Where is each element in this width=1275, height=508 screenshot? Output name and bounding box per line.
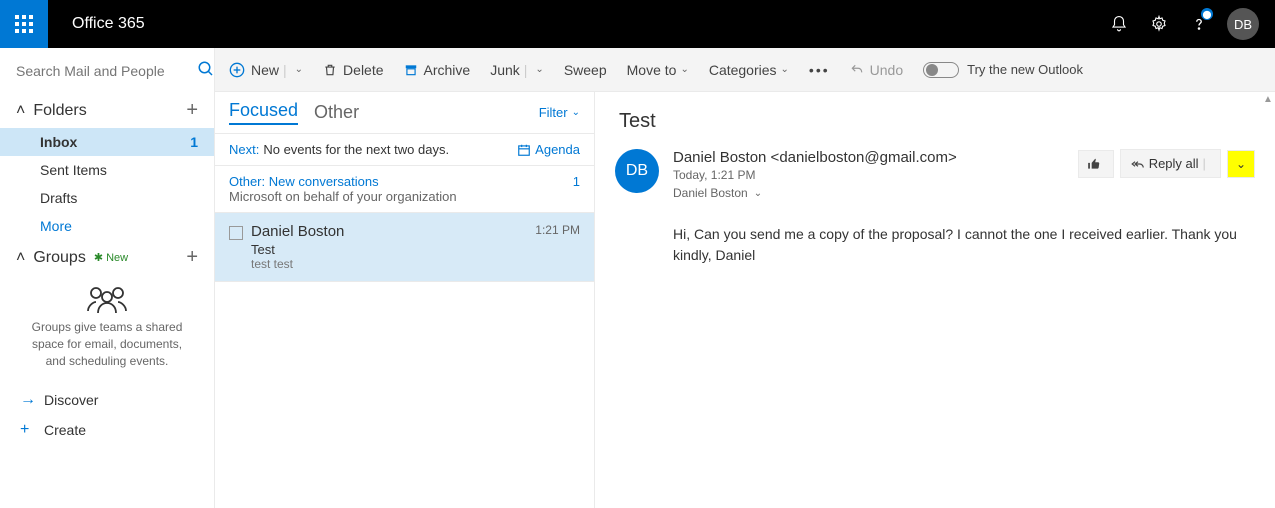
try-new-outlook-toggle[interactable] bbox=[923, 62, 959, 78]
calendar-icon bbox=[517, 143, 531, 157]
folder-count: 1 bbox=[190, 134, 198, 150]
add-folder-button[interactable]: + bbox=[186, 99, 198, 122]
folders-header[interactable]: ˄ Folders + bbox=[0, 93, 214, 128]
message-body: Hi, Can you send me a copy of the propos… bbox=[673, 224, 1255, 266]
message-checkbox[interactable] bbox=[229, 226, 243, 240]
folder-label: Inbox bbox=[40, 134, 77, 150]
left-nav: ˄ Folders + Inbox 1 Sent Items Drafts Mor… bbox=[0, 48, 215, 508]
like-button[interactable] bbox=[1078, 150, 1114, 178]
megaphone-badge-icon: ⬤ bbox=[1201, 8, 1213, 20]
tab-other[interactable]: Other bbox=[314, 102, 359, 123]
message-preview: test test bbox=[251, 257, 535, 271]
trash-icon bbox=[323, 63, 337, 77]
folder-label: Sent Items bbox=[40, 162, 107, 178]
chevron-down-icon[interactable]: ⌄ bbox=[295, 64, 303, 75]
folder-more[interactable]: More bbox=[0, 212, 214, 240]
try-new-outlook-label: Try the new Outlook bbox=[967, 62, 1083, 77]
other-subtitle: Microsoft on behalf of your organization bbox=[229, 189, 457, 204]
groups-label: Groups bbox=[33, 249, 85, 267]
delete-button[interactable]: Delete bbox=[323, 62, 383, 78]
new-pill: ✱ New bbox=[94, 251, 128, 264]
chevron-up-icon: ˄ bbox=[16, 249, 25, 267]
filter-button[interactable]: Filter⌄ bbox=[539, 105, 580, 120]
folder-drafts[interactable]: Drafts bbox=[0, 184, 214, 212]
search-icon[interactable] bbox=[197, 60, 215, 81]
chevron-down-icon[interactable]: ⌄ bbox=[680, 64, 688, 75]
groups-description: Groups give teams a shared space for ema… bbox=[0, 319, 214, 369]
message-from: Daniel Boston bbox=[251, 223, 535, 240]
top-bar: Office 365 ⬤ DB bbox=[0, 0, 1275, 48]
tab-focused[interactable]: Focused bbox=[229, 100, 298, 125]
other-count: 1 bbox=[573, 174, 580, 204]
groups-header[interactable]: ˄ Groups ✱ New + bbox=[0, 240, 214, 275]
toolbar: New|⌄ Delete Archive Junk|⌄ Sweep Move t… bbox=[215, 48, 1275, 92]
sent-date: Today, 1:21 PM bbox=[673, 168, 957, 182]
sender-avatar[interactable]: DB bbox=[615, 149, 659, 193]
sweep-button[interactable]: Sweep bbox=[564, 62, 607, 78]
chevron-down-icon[interactable]: ⌄ bbox=[781, 64, 789, 75]
discover-link[interactable]: → Discover bbox=[0, 385, 214, 415]
more-actions-button[interactable]: ••• bbox=[809, 62, 830, 78]
reply-all-icon bbox=[1131, 157, 1145, 171]
agenda-link[interactable]: Agenda bbox=[517, 142, 580, 157]
app-name: Office 365 bbox=[72, 15, 145, 33]
search-input[interactable] bbox=[16, 63, 197, 79]
archive-button[interactable]: Archive bbox=[404, 62, 471, 78]
folders-label: Folders bbox=[33, 102, 86, 120]
recipient-line[interactable]: Daniel Boston ⌄ bbox=[673, 186, 957, 200]
next-events-row[interactable]: Next: No events for the next two days. A… bbox=[215, 134, 594, 166]
sender-line: Daniel Boston <danielboston@gmail.com> bbox=[673, 149, 957, 166]
inbox-tabs: Focused Other Filter⌄ bbox=[215, 92, 594, 134]
plus-icon: + bbox=[20, 421, 44, 439]
reply-dropdown-button[interactable]: ⌄ bbox=[1227, 150, 1255, 178]
user-avatar[interactable]: DB bbox=[1227, 8, 1259, 40]
chevron-up-icon: ˄ bbox=[16, 102, 25, 120]
app-launcher[interactable] bbox=[0, 0, 48, 48]
help-button[interactable]: ⬤ bbox=[1179, 0, 1219, 48]
chevron-down-icon[interactable]: ⌄ bbox=[535, 64, 543, 75]
gear-icon bbox=[1150, 15, 1168, 33]
reply-all-button[interactable]: Reply all | bbox=[1120, 149, 1221, 178]
create-link[interactable]: + Create bbox=[0, 415, 214, 445]
notifications-button[interactable] bbox=[1099, 0, 1139, 48]
thumbs-up-icon bbox=[1087, 157, 1101, 171]
chevron-down-icon: ⌄ bbox=[1236, 157, 1246, 171]
reading-pane: ▲ Test DB Daniel Boston <danielboston@gm… bbox=[595, 92, 1275, 508]
chevron-down-icon: ⌄ bbox=[754, 188, 762, 199]
undo-button[interactable]: Undo bbox=[850, 62, 903, 78]
message-subject: Test bbox=[251, 242, 535, 257]
waffle-icon bbox=[15, 15, 33, 33]
add-group-button[interactable]: + bbox=[186, 246, 198, 269]
chevron-down-icon: ⌄ bbox=[572, 107, 580, 118]
ellipsis-icon: ••• bbox=[809, 62, 830, 78]
search-box[interactable] bbox=[0, 48, 214, 93]
folder-sent-items[interactable]: Sent Items bbox=[0, 156, 214, 184]
message-time: 1:21 PM bbox=[535, 223, 580, 237]
message-list: Focused Other Filter⌄ Next: No events fo… bbox=[215, 92, 595, 508]
next-text: No events for the next two days. bbox=[263, 142, 449, 157]
groups-illustration bbox=[0, 283, 214, 313]
other-conversations-row[interactable]: Other: New conversations Microsoft on be… bbox=[215, 166, 594, 213]
junk-button[interactable]: Junk|⌄ bbox=[490, 62, 544, 78]
archive-icon bbox=[404, 63, 418, 77]
arrow-right-icon: → bbox=[20, 391, 44, 409]
categories-button[interactable]: Categories⌄ bbox=[709, 62, 789, 78]
message-item[interactable]: Daniel Boston Test test test 1:21 PM bbox=[215, 213, 594, 282]
folder-label: Drafts bbox=[40, 190, 77, 206]
move-to-button[interactable]: Move to⌄ bbox=[627, 62, 689, 78]
reading-subject: Test bbox=[619, 110, 1255, 133]
undo-icon bbox=[850, 63, 864, 77]
scroll-up-icon[interactable]: ▲ bbox=[1261, 92, 1275, 106]
plus-circle-icon bbox=[229, 62, 245, 78]
new-button[interactable]: New|⌄ bbox=[229, 62, 303, 78]
bell-icon bbox=[1110, 15, 1128, 33]
folder-label: More bbox=[40, 218, 72, 234]
settings-button[interactable] bbox=[1139, 0, 1179, 48]
next-label: Next: bbox=[229, 142, 259, 157]
folder-inbox[interactable]: Inbox 1 bbox=[0, 128, 214, 156]
other-title: Other: New conversations bbox=[229, 174, 457, 189]
